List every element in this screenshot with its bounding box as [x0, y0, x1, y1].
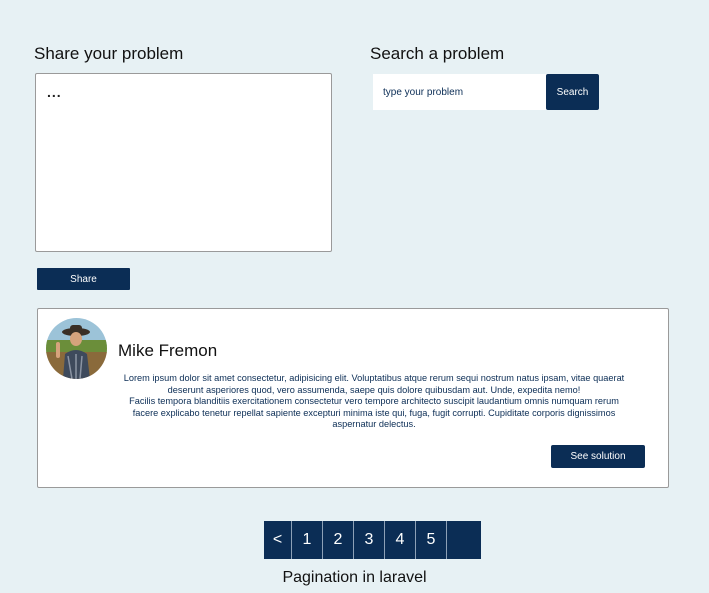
post-body: Lorem ipsum dolor sit amet consectetur, … — [104, 373, 644, 431]
search-bar: Search — [373, 74, 599, 110]
post-body-line: deserunt asperiores quod, vero assumenda… — [167, 384, 581, 395]
pagination: < 1 2 3 4 5 — [264, 521, 481, 559]
search-input[interactable] — [373, 74, 546, 110]
author-avatar — [46, 318, 107, 379]
share-button[interactable]: Share — [37, 268, 130, 290]
farmer-avatar-icon — [46, 318, 107, 379]
search-section-title: Search a problem — [370, 44, 505, 63]
pagination-page-4[interactable]: 4 — [385, 521, 416, 559]
pagination-page-5[interactable]: 5 — [416, 521, 447, 559]
pagination-page-3[interactable]: 3 — [354, 521, 385, 559]
problem-post-card: Mike Fremon Lorem ipsum dolor sit amet c… — [37, 308, 669, 488]
share-problem-textarea[interactable] — [35, 73, 332, 252]
pagination-page-2[interactable]: 2 — [323, 521, 354, 559]
post-body-line: Facilis tempora blanditiis exercitatione… — [129, 396, 619, 406]
post-body-line: facere explicabo tenetur repellat sapien… — [132, 407, 616, 418]
pagination-prev-button[interactable]: < — [264, 521, 292, 559]
see-solution-button[interactable]: See solution — [551, 445, 645, 468]
pagination-next-button[interactable] — [447, 521, 481, 559]
search-button[interactable]: Search — [546, 74, 599, 110]
pagination-page-1[interactable]: 1 — [292, 521, 323, 559]
post-body-line: aspernatur delectus. — [332, 419, 416, 429]
post-body-line: Lorem ipsum dolor sit amet consectetur, … — [123, 373, 625, 383]
pagination-caption: Pagination in laravel — [282, 569, 427, 586]
share-section-title: Share your problem — [34, 44, 184, 63]
author-name: Mike Fremon — [118, 341, 218, 360]
